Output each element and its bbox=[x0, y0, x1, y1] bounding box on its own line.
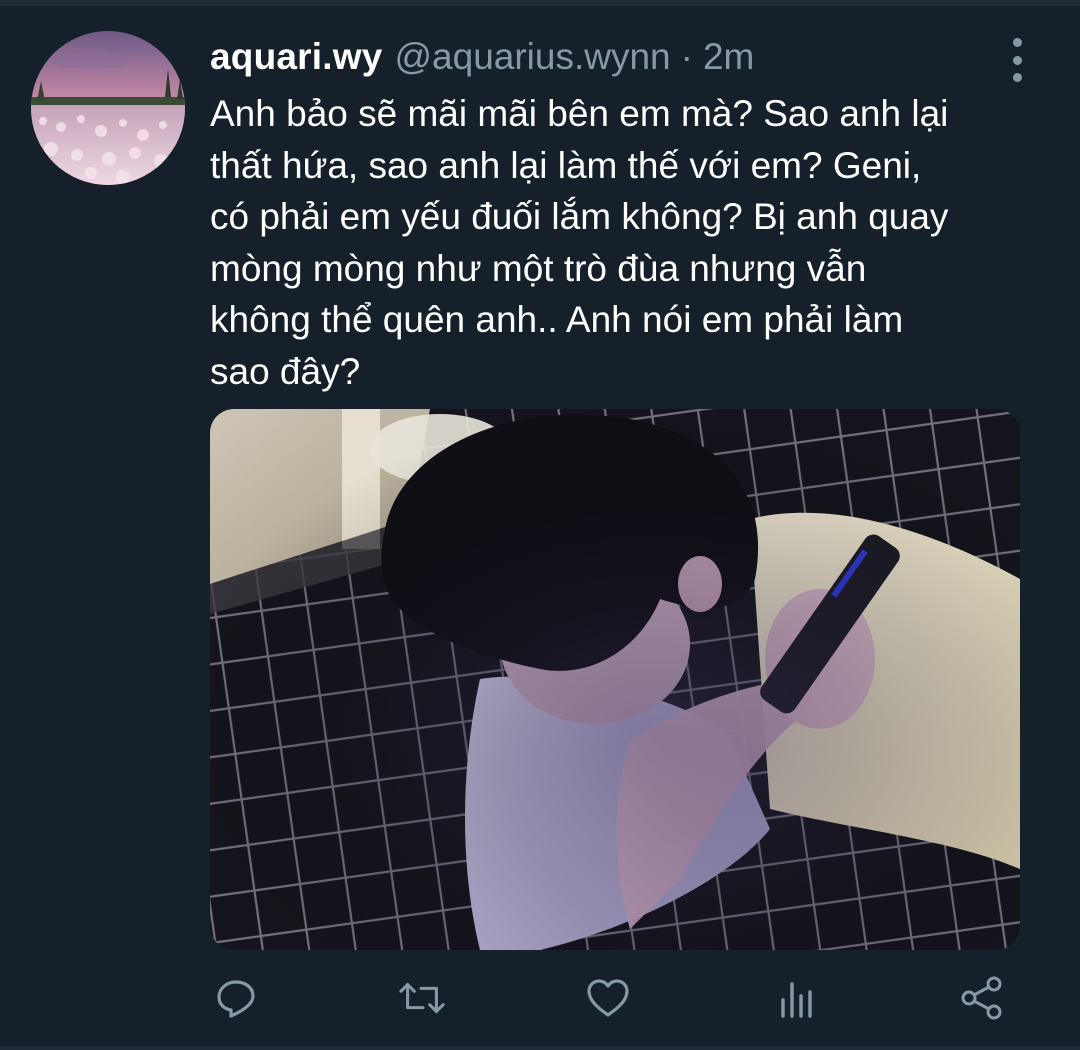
tweet-text: Anh bảo sẽ mãi mãi bên em mà? Sao anh lạ… bbox=[210, 93, 949, 392]
share-icon bbox=[961, 976, 1002, 1020]
more-dot bbox=[1012, 38, 1022, 47]
header-separator: · bbox=[680, 36, 693, 77]
heart-icon bbox=[587, 979, 629, 1017]
tweet-header: aquari.wy @aquarius.wynn · 2m bbox=[210, 36, 754, 86]
analytics-button[interactable] bbox=[772, 972, 820, 1024]
bottom-divider bbox=[0, 1046, 1080, 1050]
reply-button[interactable] bbox=[212, 972, 260, 1024]
timestamp[interactable]: 2m bbox=[703, 36, 754, 78]
display-name[interactable]: aquari.wy bbox=[210, 36, 382, 78]
like-button[interactable] bbox=[584, 972, 632, 1024]
avatar[interactable] bbox=[31, 31, 185, 185]
analytics-icon bbox=[781, 982, 812, 1018]
retweet-button[interactable] bbox=[398, 972, 446, 1024]
reply-icon bbox=[217, 980, 255, 1018]
user-handle[interactable]: @aquarius.wynn bbox=[394, 36, 670, 78]
tweet-media-image[interactable] bbox=[210, 409, 1020, 950]
share-button[interactable] bbox=[958, 972, 1006, 1024]
more-dot bbox=[1012, 55, 1022, 65]
more-dot bbox=[1012, 73, 1022, 82]
top-divider bbox=[0, 0, 1080, 6]
more-options-icon[interactable] bbox=[1004, 38, 1030, 82]
tweet-action-bar bbox=[0, 972, 1080, 1024]
retweet-icon bbox=[399, 983, 445, 1013]
